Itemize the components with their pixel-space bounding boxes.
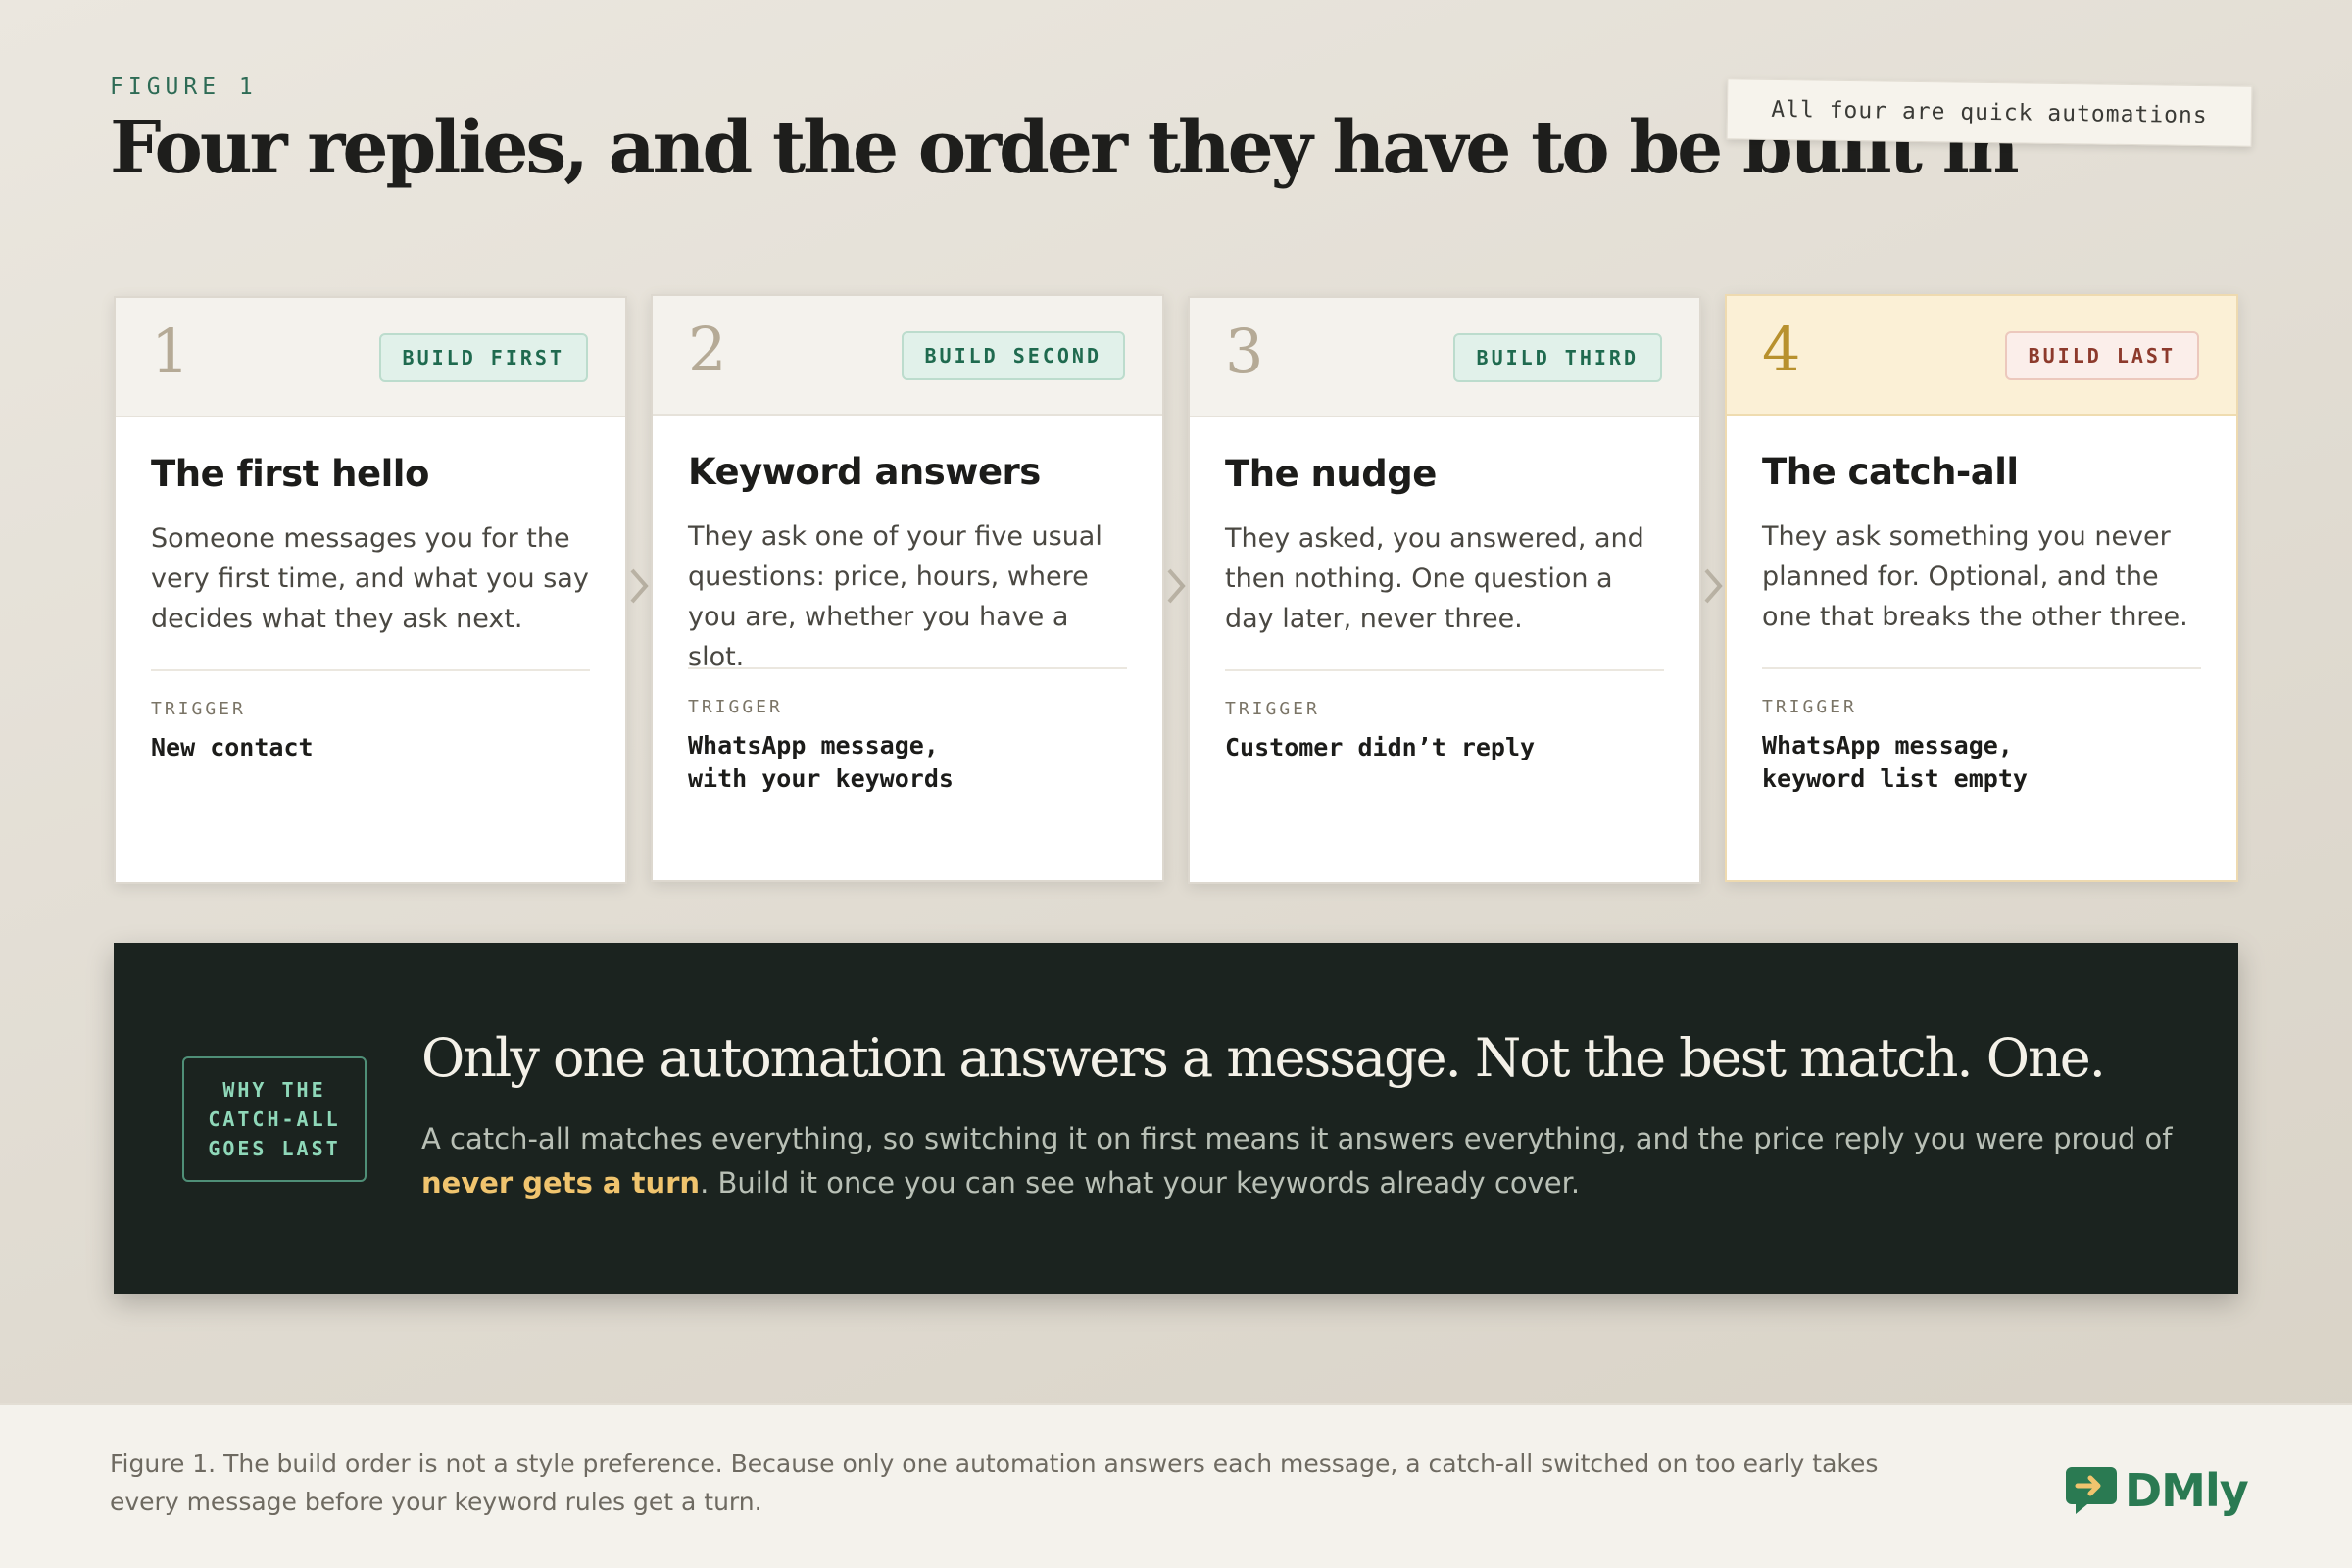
divider — [1762, 667, 2201, 669]
divider — [151, 669, 590, 671]
trigger-label: TRIGGER — [688, 697, 783, 717]
callout-highlight: never gets a turn — [421, 1166, 701, 1200]
tape-note: All four are quick automations — [1726, 78, 2253, 147]
step-card-header: 2 BUILD SECOND — [653, 296, 1162, 416]
step-card-3: 3 BUILD THIRD The nudge They asked, you … — [1188, 296, 1701, 884]
chevron-right-icon — [630, 568, 649, 604]
step-description: They ask one of your five usual question… — [688, 521, 1102, 672]
step-number: 3 — [1225, 316, 1264, 387]
trigger-label: TRIGGER — [151, 699, 246, 719]
build-order-badge: BUILD FIRST — [378, 333, 588, 382]
figure-caption: Figure 1. The build order is not a style… — [110, 1449, 1879, 1516]
brand-name: DMly — [2125, 1464, 2249, 1517]
divider — [688, 667, 1127, 669]
step-card-2: 2 BUILD SECOND Keyword answers They ask … — [651, 294, 1164, 882]
build-order-badge: BUILD THIRD — [1452, 333, 1662, 382]
callout-text: A catch-all matches everything, so switc… — [421, 1117, 2195, 1205]
chevron-right-icon — [1167, 568, 1186, 604]
step-card-1: 1 BUILD FIRST The first hello Someone me… — [114, 296, 627, 884]
callout-heading: Only one automation answers a message. N… — [421, 1027, 2106, 1089]
step-number: 1 — [151, 316, 190, 387]
trigger-label: TRIGGER — [1762, 697, 1857, 717]
trigger-label: TRIGGER — [1225, 699, 1320, 719]
build-order-badge: BUILD LAST — [2004, 331, 2199, 380]
step-card-header: 1 BUILD FIRST — [116, 298, 625, 417]
divider — [1225, 669, 1664, 671]
step-description: They asked, you answered, and then nothi… — [1225, 523, 1644, 634]
step-title: The nudge — [1225, 453, 1437, 495]
callout-text-before: A catch-all matches everything, so switc… — [421, 1122, 2173, 1155]
callout-panel: WHY THE CATCH-ALL GOES LAST Only one aut… — [114, 943, 2238, 1294]
step-card-header: 4 BUILD LAST — [1727, 296, 2236, 416]
step-description: They ask something you never planned for… — [1762, 521, 2188, 632]
build-order-badge: BUILD SECOND — [901, 331, 1125, 380]
step-number: 4 — [1762, 314, 1801, 385]
step-card-4: 4 BUILD LAST The catch-all They ask some… — [1725, 294, 2238, 882]
trigger-value: WhatsApp message, with your keywords — [688, 731, 954, 793]
trigger-value: WhatsApp message, keyword list empty — [1762, 731, 2028, 793]
chat-arrow-logo-icon — [2066, 1467, 2117, 1514]
step-title: The catch-all — [1762, 451, 2019, 493]
step-title: The first hello — [151, 453, 429, 495]
step-number: 2 — [688, 314, 727, 385]
step-description: Someone messages you for the very first … — [151, 523, 589, 634]
trigger-value: Customer didn’t reply — [1225, 733, 1536, 761]
figure-eyebrow: FIGURE 1 — [110, 74, 258, 100]
step-card-header: 3 BUILD THIRD — [1190, 298, 1699, 417]
callout-text-after: . Build it once you can see what your ke… — [700, 1166, 1581, 1200]
footer: Figure 1. The build order is not a style… — [0, 1403, 2352, 1568]
step-title: Keyword answers — [688, 451, 1041, 493]
callout-tag: WHY THE CATCH-ALL GOES LAST — [182, 1056, 367, 1182]
chevron-right-icon — [1704, 568, 1723, 604]
trigger-value: New contact — [151, 733, 314, 761]
brand-logo: DMly — [2064, 1464, 2249, 1517]
